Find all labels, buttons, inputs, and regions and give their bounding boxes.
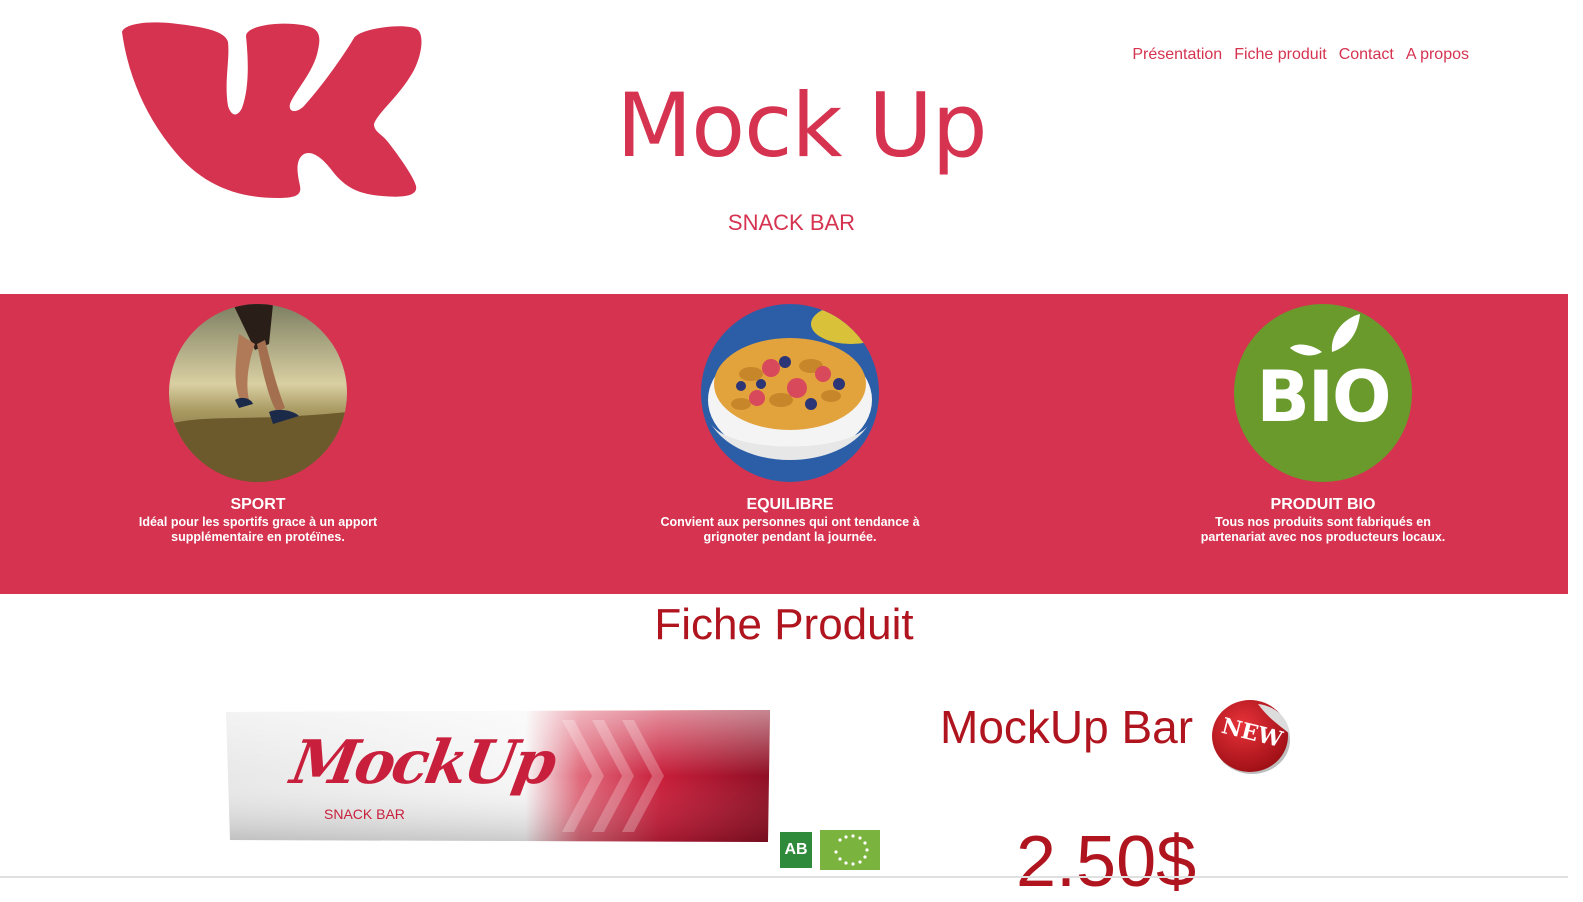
product-bar-image: MockUp SNACK BAR [222,706,774,846]
wrapper-brand-text: MockUp [285,728,559,798]
feature-desc-line1: Idéal pour les sportifs grace à un appor… [138,515,378,529]
feature-desc-line2: grignoter pendant la journée. [703,530,877,544]
site-subtitle: SNACK BAR [727,210,856,235]
page-bottom-divider [0,876,1568,878]
ab-label-icon: AB [778,830,814,870]
product-name: MockUp Bar [940,701,1194,753]
nav-presentation[interactable]: Présentation [1132,46,1222,64]
product-price: 2.50$ [1016,822,1197,902]
eu-organic-leaf-icon [820,830,880,870]
feature-desc-line2: partenariat avec nos producteurs locaux. [1200,530,1446,544]
nav-a-propos[interactable]: A propos [1406,46,1469,64]
nav-contact[interactable]: Contact [1339,46,1394,64]
site-title: Mock Up [616,74,987,177]
feature-desc-line1: Tous nos produits sont fabriqués en [1215,515,1431,529]
feature-sport: SPORT Idéal pour les sportifs grace à un… [98,304,418,544]
new-badge-icon: NEW [1206,692,1294,776]
feature-title: EQUILIBRE [746,496,834,513]
top-nav: Présentation Fiche produit Contact A pro… [1132,46,1469,64]
feature-equilibre: EQUILIBRE Convient aux personnes qui ont… [630,304,950,544]
feature-title: SPORT [230,496,286,513]
feature-title: PRODUIT BIO [1270,496,1376,513]
bio-badge-text: BIO [1256,356,1392,438]
feature-produit-bio: BIO PRODUIT BIO Tous nos produits sont f… [1163,304,1483,544]
features-band: SPORT Idéal pour les sportifs grace à un… [0,294,1568,594]
feature-desc-line2: supplémentaire en protéïnes. [171,530,345,544]
ab-label-text: AB [784,841,808,858]
feature-desc-line1: Convient aux personnes qui ont tendance … [660,515,920,529]
nav-fiche-produit[interactable]: Fiche produit [1234,46,1327,64]
wrapper-sub-text: SNACK BAR [324,806,405,822]
runner-photo [169,304,347,482]
section-title-fiche-produit: Fiche Produit [654,600,914,649]
cereal-bowl-photo [701,304,879,482]
organic-labels: AB [778,830,880,870]
bio-badge-icon: BIO [1234,304,1412,482]
